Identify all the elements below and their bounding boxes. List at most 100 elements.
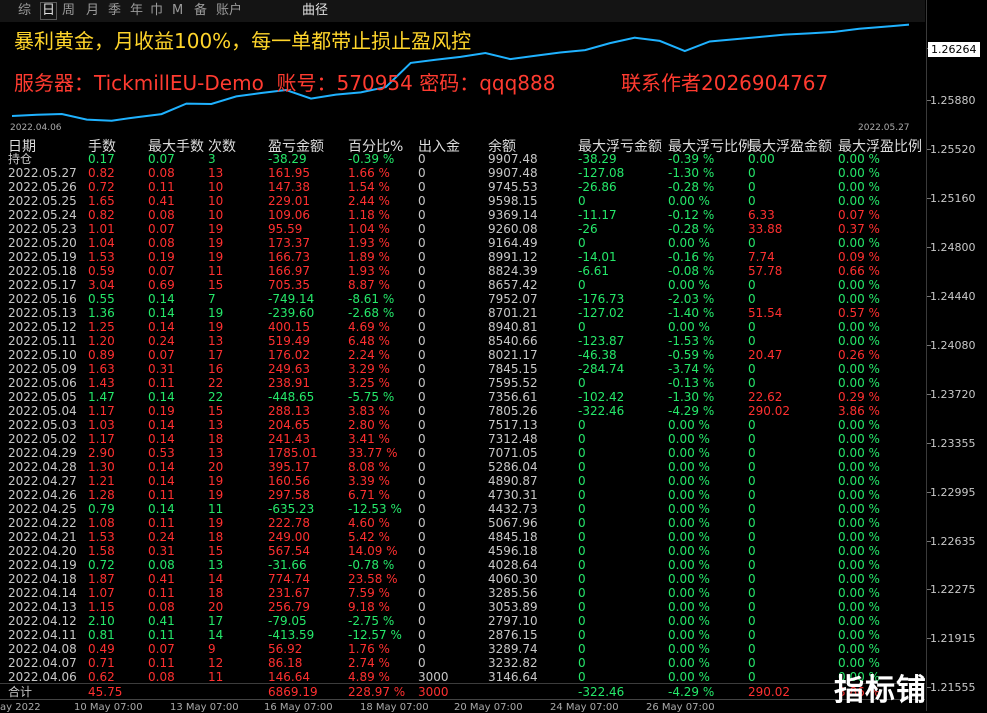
row-cell: 0 [578,278,586,292]
row-cell: 0.00 % [668,502,710,516]
table-row[interactable]: 2022.05.27 0.82 0.08 13 161.95 1.66 % 0 9907.48… [0,166,925,180]
table-row[interactable]: 2022.05.04 1.17 0.19 15 288.13 3.83 % 0 7805.26… [0,404,925,418]
total-cell: 3000 [418,685,449,699]
table-row[interactable]: 2022.04.29 2.90 0.53 13 1785.01 33.77 % 0 7071.… [0,446,925,460]
period-tab[interactable]: M [172,3,183,19]
row-cell: 18 [208,432,224,446]
row-cell: 0 [748,586,756,600]
row-cell: 0.00 % [668,320,710,334]
period-tab[interactable]: 日 [40,2,58,20]
row-cell: 33.77 % [348,446,398,460]
table-row[interactable]: 2022.04.11 0.81 0.11 14 -413.59 -12.57 % 0 2876… [0,628,925,642]
table-row[interactable]: 2022.04.18 1.87 0.41 14 774.74 23.58 % 0 4060.3… [0,572,925,586]
row-date: 2022.05.10 [8,348,77,362]
row-date: 持仓 [8,152,33,166]
table-row[interactable]: 2022.05.12 1.25 0.14 19 400.15 4.69 % 0 8940.81… [0,320,925,334]
period-tab[interactable]: 账户 [216,3,242,19]
row-cell: 0.00 % [838,362,880,376]
row-date: 2022.04.27 [8,474,77,488]
table-row[interactable]: 2022.04.06 0.62 0.08 11 146.64 4.89 % 3000 3146… [0,670,925,684]
row-cell: 19 [208,474,224,488]
period-tab[interactable]: 月 [86,3,99,19]
table-row[interactable]: 2022.05.02 1.17 0.14 18 241.43 3.41 % 0 7312.48… [0,432,925,446]
row-cell: 0.29 % [838,390,880,404]
table-row[interactable]: 2022.05.24 0.82 0.08 10 109.06 1.18 % 0 9369.14… [0,208,925,222]
row-cell: 1.03 [88,418,115,432]
table-row[interactable]: 2022.04.13 1.15 0.08 20 256.79 9.18 % 0 3053.89… [0,600,925,614]
row-cell: 0.00 % [668,194,710,208]
table-row[interactable]: 2022.04.12 2.10 0.41 17 -79.05 -2.75 % 0 2797.1… [0,614,925,628]
period-tab[interactable]: 季 [108,3,121,19]
row-cell: 0.00 % [838,334,880,348]
row-date: 2022.05.19 [8,250,77,264]
row-cell: 0.00 % [668,558,710,572]
table-row[interactable]: 2022.04.22 1.08 0.11 19 222.78 4.60 % 0 5067.96… [0,516,925,530]
table-row[interactable]: 2022.05.05 1.47 0.14 22 -448.65 -5.75 % 0 7356.… [0,390,925,404]
table-row[interactable]: 2022.04.07 0.71 0.11 12 86.18 2.74 % 0 3232.82 0… [0,656,925,670]
row-cell: 11 [208,264,224,278]
row-cell: 0 [418,418,426,432]
row-cell: 4730.31 [488,488,538,502]
row-cell: 1.15 [88,600,115,614]
table-row[interactable]: 2022.04.19 0.72 0.08 13 -31.66 -0.78 % 0 4028.6… [0,558,925,572]
total-cell: 45.75 [88,685,123,699]
row-cell: 0.00 % [838,530,880,544]
table-row[interactable]: 2022.05.10 0.89 0.07 17 176.02 2.24 % 0 8021.17… [0,348,925,362]
row-cell: 8824.39 [488,264,538,278]
time-label: 24 May 07:00 [550,702,619,713]
table-row[interactable]: 2022.05.26 0.72 0.11 10 147.38 1.54 % 0 9745.53… [0,180,925,194]
table-row[interactable]: 2022.05.23 1.01 0.07 19 95.59 1.04 % 0 9260.08 -… [0,222,925,236]
row-cell: 9260.08 [488,222,538,236]
current-price-label: 1.26264 [928,42,980,57]
table-row[interactable]: 2022.05.06 1.43 0.11 22 238.91 3.25 % 0 7595.52… [0,376,925,390]
period-tab[interactable]: 周 [62,3,75,19]
period-tab[interactable]: 备 [194,3,207,19]
period-tab[interactable]: 综 [18,3,31,19]
row-cell: 3.25 % [348,376,390,390]
row-cell: 0.00 % [838,376,880,390]
period-tab[interactable]: 巾 [150,3,163,19]
table-row[interactable]: 2022.04.14 1.07 0.11 18 231.67 7.59 % 0 3285.56… [0,586,925,600]
row-cell: 0 [578,502,586,516]
table-row[interactable]: 2022.05.18 0.59 0.07 11 166.97 1.93 % 0 8824.39… [0,264,925,278]
table-row[interactable]: 2022.04.27 1.21 0.14 19 160.56 3.39 % 0 4890.87… [0,474,925,488]
time-axis: ay 2022 10 May 07:00 13 May 07:00 16 May 07… [0,699,925,713]
table-row[interactable]: 2022.05.17 3.04 0.69 15 705.35 8.87 % 0 8657.42… [0,278,925,292]
table-row[interactable]: 2022.05.19 1.53 0.19 19 166.73 1.89 % 0 8991.12… [0,250,925,264]
row-cell: 8021.17 [488,348,538,362]
table-row[interactable]: 2022.04.28 1.30 0.14 20 395.17 8.08 % 0 5286.04… [0,460,925,474]
table-row[interactable]: 2022.04.08 0.49 0.07 9 56.92 1.76 % 0 3289.74 0 0… [0,642,925,656]
row-cell: -11.17 [578,208,617,222]
table-row[interactable]: 持仓 0.17 0.07 3 -38.29 -0.39 % 0 9907.48 -38.29 -0… [0,152,925,166]
table-row[interactable]: 2022.04.25 0.79 0.14 11 -635.23 -12.53 % 0 4432… [0,502,925,516]
table-row[interactable]: 2022.05.13 1.36 0.14 19 -239.60 -2.68 % 0 8701.… [0,306,925,320]
row-cell: 774.74 [268,572,310,586]
row-cell: 0.00 % [838,432,880,446]
table-row[interactable]: 2022.05.11 1.20 0.24 13 519.49 6.48 % 0 8540.66… [0,334,925,348]
table-row[interactable]: 2022.05.25 1.65 0.41 10 229.01 2.44 % 0 9598.15… [0,194,925,208]
tab-equity[interactable]: 曲径 [302,3,328,19]
table-row[interactable]: 2022.05.03 1.03 0.14 13 204.65 2.80 % 0 7517.13… [0,418,925,432]
table-row[interactable]: 2022.04.20 1.58 0.31 15 567.54 14.09 % 0 4596.1… [0,544,925,558]
table-row[interactable]: 2022.04.21 1.53 0.24 18 249.00 5.42 % 0 4845.18… [0,530,925,544]
row-cell: -0.78 % [348,558,395,572]
row-cell: 15 [208,278,224,292]
row-cell: 7517.13 [488,418,538,432]
row-cell: 0.00 % [668,670,710,684]
row-cell: 0.11 [148,180,175,194]
row-cell: 0 [578,418,586,432]
table-row[interactable]: 2022.05.20 1.04 0.08 19 173.37 1.93 % 0 9164.49… [0,236,925,250]
row-cell: 0.81 [88,628,115,642]
period-tab[interactable]: 年 [130,3,143,19]
table-row[interactable]: 2022.04.26 1.28 0.11 19 297.58 6.71 % 0 4730.31… [0,488,925,502]
row-cell: 0.00 % [838,474,880,488]
row-cell: 1.17 [88,404,115,418]
row-cell: 9745.53 [488,180,538,194]
table-row[interactable]: 2022.05.16 0.55 0.14 7 -749.14 -8.61 % 0 7952.0… [0,292,925,306]
table-row[interactable]: 2022.05.09 1.63 0.31 16 249.63 3.29 % 0 7845.15… [0,362,925,376]
row-cell: 0.82 [88,208,115,222]
row-cell: 2.90 [88,446,115,460]
row-cell: 0.55 [88,292,115,306]
row-cell: 0.00 % [838,600,880,614]
row-cell: 1.07 [88,586,115,600]
